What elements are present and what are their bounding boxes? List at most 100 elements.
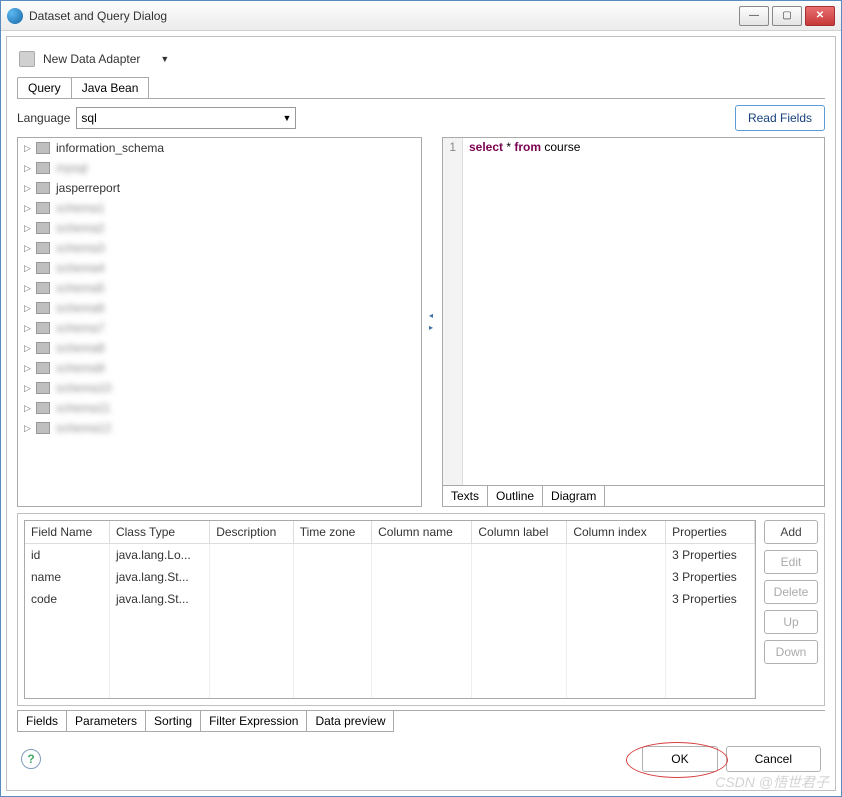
minimize-button[interactable]: — bbox=[739, 6, 769, 26]
schema-icon bbox=[36, 162, 50, 174]
tree-item[interactable]: ▷schema8 bbox=[18, 338, 421, 358]
expand-icon[interactable]: ▷ bbox=[24, 343, 34, 354]
tab-outline[interactable]: Outline bbox=[488, 486, 543, 506]
edit-button[interactable]: Edit bbox=[764, 550, 818, 574]
tree-item-label: jasperreport bbox=[56, 181, 120, 195]
editor-panel: 1 select * from course Texts Outline Dia… bbox=[442, 137, 825, 507]
expand-icon[interactable]: ▷ bbox=[24, 423, 34, 434]
table-cell: 3 Properties bbox=[666, 588, 755, 610]
tree-item[interactable]: ▷ schema5 bbox=[18, 278, 421, 298]
schema-icon bbox=[36, 402, 50, 414]
tree-item[interactable]: ▷schema2 bbox=[18, 218, 421, 238]
tab-diagram[interactable]: Diagram bbox=[543, 486, 605, 506]
adapter-label: New Data Adapter bbox=[43, 52, 140, 66]
tab-filter-expression[interactable]: Filter Expression bbox=[200, 711, 307, 732]
expand-icon[interactable]: ▷ bbox=[24, 403, 34, 414]
tab-query[interactable]: Query bbox=[17, 77, 72, 98]
table-cell bbox=[472, 544, 567, 567]
splitter[interactable]: ◂▸ bbox=[428, 137, 436, 507]
fields-table[interactable]: Field NameClass TypeDescriptionTime zone… bbox=[24, 520, 756, 699]
tab-parameters[interactable]: Parameters bbox=[66, 711, 146, 732]
add-button[interactable]: Add bbox=[764, 520, 818, 544]
tree-item[interactable]: ▷schema7 bbox=[18, 318, 421, 338]
tab-texts[interactable]: Texts bbox=[443, 486, 488, 506]
tree-item[interactable]: ▷ jasperreport bbox=[18, 178, 421, 198]
schema-icon bbox=[36, 362, 50, 374]
language-combo[interactable]: sql ▼ bbox=[76, 107, 296, 129]
schema-icon bbox=[36, 202, 50, 214]
tree-item[interactable]: ▷schema10 bbox=[18, 378, 421, 398]
sql-editor[interactable]: 1 select * from course bbox=[442, 137, 825, 486]
table-cell: java.lang.Lo... bbox=[109, 544, 209, 567]
schema-icon bbox=[36, 342, 50, 354]
expand-icon[interactable]: ▷ bbox=[24, 243, 34, 254]
tree-item[interactable]: ▷schema3 bbox=[18, 238, 421, 258]
up-button[interactable]: Up bbox=[764, 610, 818, 634]
column-header[interactable]: Properties bbox=[666, 521, 755, 544]
schema-icon bbox=[36, 222, 50, 234]
expand-icon[interactable]: ▷ bbox=[24, 363, 34, 374]
table-row[interactable]: namejava.lang.St...3 Properties bbox=[25, 566, 755, 588]
tree-item[interactable]: ▷information_schema bbox=[18, 138, 421, 158]
expand-icon[interactable]: ▷ bbox=[24, 203, 34, 214]
schema-icon bbox=[36, 242, 50, 254]
delete-button[interactable]: Delete bbox=[764, 580, 818, 604]
tree-item-label: schema5 bbox=[56, 281, 105, 295]
expand-icon[interactable]: ▷ bbox=[24, 383, 34, 394]
column-header[interactable]: Column label bbox=[472, 521, 567, 544]
schema-icon bbox=[36, 142, 50, 154]
expand-icon[interactable]: ▷ bbox=[24, 263, 34, 274]
tree-item[interactable]: ▷schema1 bbox=[18, 198, 421, 218]
tree-item[interactable]: ▷mysql bbox=[18, 158, 421, 178]
adapter-selector[interactable]: New Data Adapter ▼ bbox=[17, 47, 825, 71]
expand-icon[interactable]: ▷ bbox=[24, 303, 34, 314]
bottom-tabs: Fields Parameters Sorting Filter Express… bbox=[17, 710, 825, 732]
read-fields-button[interactable]: Read Fields bbox=[735, 105, 825, 131]
expand-icon[interactable]: ▷ bbox=[24, 183, 34, 194]
column-header[interactable]: Column name bbox=[372, 521, 472, 544]
expand-icon[interactable]: ▷ bbox=[24, 223, 34, 234]
table-cell bbox=[567, 566, 666, 588]
schema-icon bbox=[36, 262, 50, 274]
titlebar[interactable]: Dataset and Query Dialog — ▢ ✕ bbox=[1, 1, 841, 31]
table-row[interactable]: codejava.lang.St...3 Properties bbox=[25, 588, 755, 610]
tree-item-label: schema6 bbox=[56, 301, 105, 315]
tab-fields[interactable]: Fields bbox=[17, 711, 67, 732]
column-header[interactable]: Description bbox=[210, 521, 294, 544]
table-row[interactable]: idjava.lang.Lo...3 Properties bbox=[25, 544, 755, 567]
language-row: Language sql ▼ Read Fields bbox=[17, 105, 825, 131]
maximize-button[interactable]: ▢ bbox=[772, 6, 802, 26]
tree-item[interactable]: ▷schema12 bbox=[18, 418, 421, 438]
table-cell bbox=[567, 588, 666, 610]
column-header[interactable]: Time zone bbox=[293, 521, 371, 544]
cancel-button[interactable]: Cancel bbox=[726, 746, 821, 772]
column-header[interactable]: Field Name bbox=[25, 521, 109, 544]
dialog-window: Dataset and Query Dialog — ▢ ✕ New Data … bbox=[0, 0, 842, 797]
table-cell bbox=[567, 544, 666, 567]
tree-item[interactable]: ▷schema11 bbox=[18, 398, 421, 418]
expand-icon[interactable]: ▷ bbox=[24, 143, 34, 154]
close-button[interactable]: ✕ bbox=[805, 6, 835, 26]
language-label: Language bbox=[17, 111, 70, 125]
tree-item[interactable]: ▷ schema6 bbox=[18, 298, 421, 318]
dialog-footer: ? OK Cancel bbox=[17, 738, 825, 780]
tab-data-preview[interactable]: Data preview bbox=[306, 711, 394, 732]
tree-item[interactable]: ▷schema4 bbox=[18, 258, 421, 278]
ok-button[interactable]: OK bbox=[642, 746, 717, 772]
expand-icon[interactable]: ▷ bbox=[24, 323, 34, 334]
tab-java-bean[interactable]: Java Bean bbox=[71, 77, 150, 98]
expand-icon[interactable]: ▷ bbox=[24, 283, 34, 294]
down-button[interactable]: Down bbox=[764, 640, 818, 664]
window-controls: — ▢ ✕ bbox=[736, 6, 835, 26]
column-header[interactable]: Class Type bbox=[109, 521, 209, 544]
column-header[interactable]: Column index bbox=[567, 521, 666, 544]
tree-item-label: schema9 bbox=[56, 361, 105, 375]
editor-body[interactable]: select * from course bbox=[463, 138, 586, 485]
tab-sorting[interactable]: Sorting bbox=[145, 711, 201, 732]
table-cell bbox=[293, 544, 371, 567]
help-icon[interactable]: ? bbox=[21, 749, 41, 769]
schema-tree[interactable]: ▷information_schema▷mysql▷jasperreport▷s… bbox=[17, 137, 422, 507]
tree-item[interactable]: ▷ schema9 bbox=[18, 358, 421, 378]
adapter-icon bbox=[19, 51, 35, 67]
expand-icon[interactable]: ▷ bbox=[24, 163, 34, 174]
